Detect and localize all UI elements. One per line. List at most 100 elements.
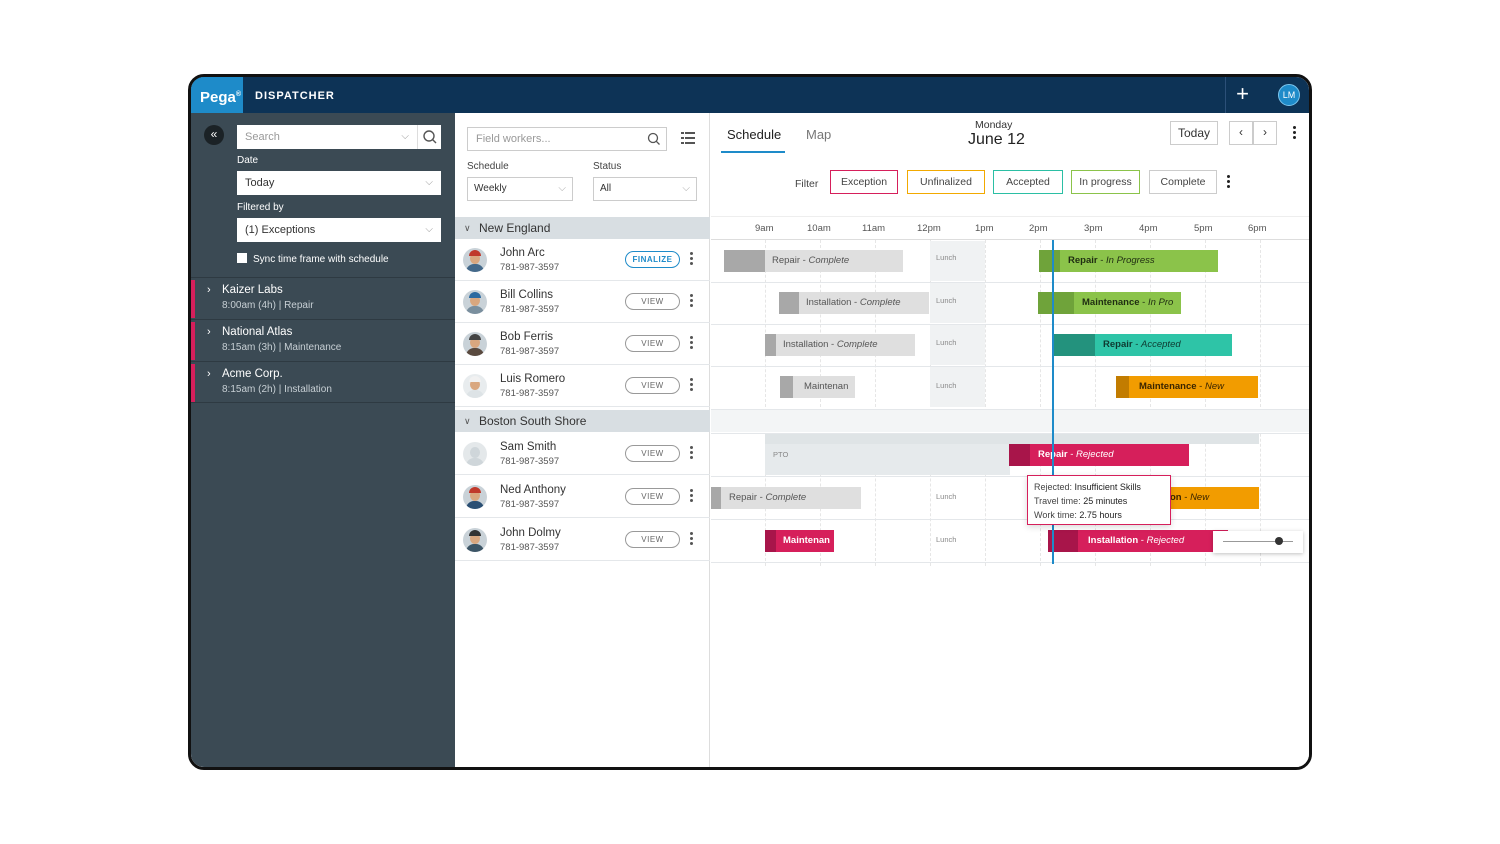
hour-label: 12pm [917, 223, 941, 234]
prev-day-button[interactable]: ‹ [1229, 121, 1253, 145]
date-select[interactable]: Today ⌵ [237, 171, 441, 195]
next-day-button[interactable]: › [1253, 121, 1277, 145]
group-header[interactable]: ∨ Boston South Shore [455, 410, 710, 432]
filter-complete[interactable]: Complete [1149, 170, 1217, 194]
group-header[interactable]: ∨ New England [455, 217, 710, 239]
more-icon[interactable] [690, 532, 694, 548]
status-select[interactable]: All ⌵ [593, 177, 697, 201]
more-icon[interactable] [690, 489, 694, 505]
view-button[interactable]: VIEW [625, 445, 680, 462]
grid-line [875, 240, 876, 566]
view-button[interactable]: VIEW [625, 488, 680, 505]
add-icon[interactable]: + [1225, 77, 1259, 113]
group-band [711, 410, 1309, 432]
sync-checkbox[interactable]: Sync time frame with schedule [237, 253, 389, 265]
list-view-icon[interactable] [681, 131, 695, 145]
hour-label: 10am [807, 223, 831, 234]
today-button[interactable]: Today [1170, 121, 1218, 145]
app-title: DISPATCHER [255, 90, 335, 102]
filter-unfinalized[interactable]: Unfinalized [907, 170, 985, 194]
worker-row[interactable]: Ned Anthony 781-987-3597 VIEW [455, 476, 710, 518]
app-window: Pega® DISPATCHER + LM « Search ⌵ Date To… [188, 74, 1312, 770]
view-button[interactable]: VIEW [625, 531, 680, 548]
user-avatar[interactable]: LM [1278, 84, 1300, 106]
active-tab-indicator [721, 151, 785, 153]
more-icon[interactable] [1293, 126, 1297, 141]
appointment-block[interactable]: Repair - In Progress [1039, 250, 1218, 272]
filter-select[interactable]: (1) Exceptions ⌵ [237, 218, 441, 242]
more-icon[interactable] [1227, 175, 1231, 190]
row-divider [711, 476, 1309, 477]
more-icon[interactable] [690, 252, 694, 268]
pto-label: PTO [773, 450, 789, 459]
more-icon[interactable] [690, 336, 694, 352]
appointment-block[interactable]: Repair - Complete [724, 250, 903, 272]
row-divider [711, 324, 1309, 325]
filter-exception[interactable]: Exception [830, 170, 898, 194]
hour-label: 5pm [1194, 223, 1213, 234]
chevron-right-icon: › [207, 326, 211, 338]
lunch-label: Lunch [936, 253, 957, 262]
filter-accepted[interactable]: Accepted [993, 170, 1063, 194]
appointment-block[interactable]: Repair - Rejected [1009, 444, 1189, 466]
appointment-block[interactable]: Installation - Rejected [1048, 530, 1228, 552]
finalize-button[interactable]: FINALIZE [625, 251, 680, 268]
appointment-block[interactable]: Repair - Complete [711, 487, 861, 509]
worker-row[interactable]: John Dolmy 781-987-3597 VIEW [455, 519, 710, 561]
schedule-panel: Schedule Map Monday June 12 Today ‹ › Fi… [711, 113, 1309, 767]
collapse-icon[interactable]: « [204, 125, 224, 145]
worker-row[interactable]: Bob Ferris 781-987-3597 VIEW [455, 323, 710, 365]
search-button[interactable] [417, 125, 441, 149]
worker-row[interactable]: Bill Collins 781-987-3597 VIEW [455, 281, 710, 323]
worker-row[interactable]: Luis Romero 781-987-3597 VIEW [455, 365, 710, 407]
worker-row[interactable]: John Arc 781-987-3597 FINALIZE [455, 239, 710, 281]
appointment-block[interactable]: Maintenan [780, 376, 855, 398]
date-label: June 12 [968, 131, 1025, 148]
more-icon[interactable] [690, 378, 694, 394]
tab-schedule[interactable]: Schedule [727, 127, 781, 142]
chevron-down-icon: ∨ [464, 223, 471, 233]
hours-header: 9am 10am 11am 12pm 1pm 2pm 3pm 4pm 5pm 6… [711, 216, 1309, 240]
more-icon[interactable] [690, 446, 694, 462]
pega-logo[interactable]: Pega® [191, 77, 243, 113]
appointment-block[interactable]: Maintenance - In Pro [1038, 292, 1181, 314]
avatar [463, 332, 487, 356]
chevron-right-icon: › [207, 368, 211, 380]
zoom-handle[interactable] [1275, 537, 1283, 545]
checkbox-icon [237, 253, 247, 263]
field-workers-search-input[interactable]: Field workers... [467, 127, 667, 151]
chevron-down-icon: ⌵ [682, 183, 690, 194]
appointment-block[interactable]: Maintenan [765, 530, 834, 552]
more-icon[interactable] [690, 294, 694, 310]
lunch-label: Lunch [936, 381, 957, 390]
chevron-down-icon: ⌵ [558, 183, 566, 194]
zoom-slider[interactable] [1213, 531, 1303, 553]
chevron-down-icon: ⌵ [425, 177, 433, 188]
exception-marker [191, 322, 195, 360]
exception-marker [191, 364, 195, 402]
appointment-block[interactable]: Repair - Accepted [1053, 334, 1232, 356]
filter-in-progress[interactable]: In progress [1071, 170, 1140, 194]
appointment-block[interactable]: Installation - Complete [765, 334, 915, 356]
view-button[interactable]: VIEW [625, 293, 680, 310]
filtered-by-label: Filtered by [237, 202, 284, 213]
view-button[interactable]: VIEW [625, 377, 680, 394]
workers-panel: Field workers... Schedule Status Weekly ⌵… [455, 113, 710, 767]
pto-block [765, 444, 1010, 475]
worker-row[interactable]: Sam Smith 781-987-3597 VIEW [455, 433, 710, 475]
appointment-block[interactable]: Installation - Complete [779, 292, 929, 314]
row-divider [711, 562, 1309, 563]
appointment-block[interactable]: Maintenance - New [1116, 376, 1258, 398]
search-icon [647, 132, 660, 145]
hour-label: 3pm [1084, 223, 1103, 234]
schedule-select[interactable]: Weekly ⌵ [467, 177, 573, 201]
tab-map[interactable]: Map [806, 127, 831, 142]
hour-label: 6pm [1248, 223, 1267, 234]
view-button[interactable]: VIEW [625, 335, 680, 352]
grid-line [1260, 240, 1261, 566]
hour-label: 4pm [1139, 223, 1158, 234]
search-input[interactable]: Search ⌵ [237, 125, 417, 149]
job-item[interactable]: › Acme Corp. 8:15am (2h) | Installation [191, 361, 455, 403]
job-item[interactable]: › Kaizer Labs 8:00am (4h) | Repair [191, 277, 455, 319]
job-item[interactable]: › National Atlas 8:15am (3h) | Maintenan… [191, 319, 455, 361]
